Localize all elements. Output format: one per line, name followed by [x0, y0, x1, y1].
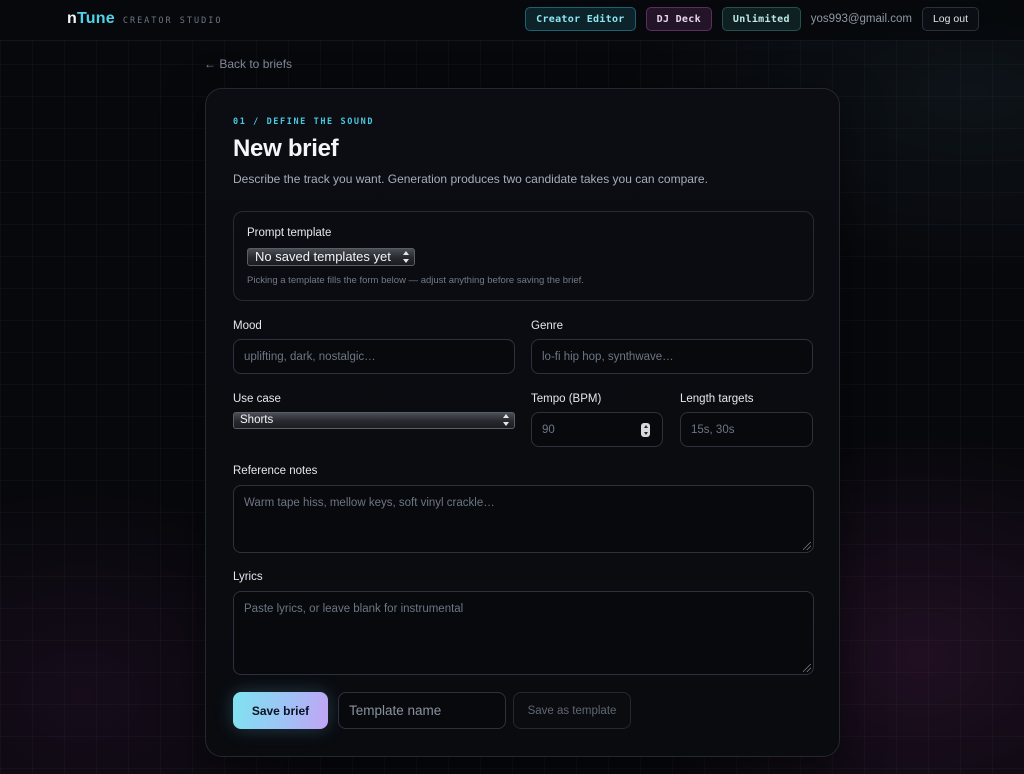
back-to-briefs-link[interactable]: ← Back to briefs: [204, 57, 292, 71]
user-email: yos993@gmail.com: [810, 13, 912, 25]
genre-placeholder: lo-fi hip hop, synthwave…: [542, 350, 674, 363]
save-as-template-button[interactable]: Save as template: [513, 692, 631, 729]
reference-notes-placeholder: Warm tape hiss, mellow keys, soft vinyl …: [244, 497, 495, 509]
prompt-template-panel: Prompt template No saved templates yet P…: [233, 211, 814, 301]
brand-logo: nTune: [67, 10, 115, 28]
resize-grip-icon[interactable]: [803, 542, 811, 550]
new-brief-card: 01 / DEFINE THE SOUND New brief Describe…: [205, 88, 840, 757]
prompt-template-selected: No saved templates yet: [255, 249, 391, 264]
lyrics-textarea[interactable]: Paste lyrics, or leave blank for instrum…: [233, 591, 814, 675]
tempo-label: Tempo (BPM): [531, 393, 602, 405]
prompt-template-hint: Picking a template fills the form below …: [247, 275, 584, 286]
prompt-template-label: Prompt template: [247, 227, 332, 239]
genre-label: Genre: [531, 320, 563, 332]
length-targets-input[interactable]: 15s, 30s: [680, 412, 813, 447]
brand-subtitle: CREATOR STUDIO: [122, 16, 223, 26]
reference-notes-label: Reference notes: [233, 465, 318, 477]
brand-logo-highlight: Tune: [76, 10, 115, 27]
template-name-placeholder: Template name: [349, 703, 442, 718]
step-label: 01 / DEFINE THE SOUND: [233, 117, 375, 127]
creator-editor-button[interactable]: Creator Editor: [525, 7, 636, 31]
length-targets-placeholder: 15s, 30s: [691, 423, 735, 436]
select-arrows-icon: [402, 251, 409, 263]
page-subtitle: Describe the track you want. Generation …: [233, 172, 708, 186]
top-bar: nTune CREATOR STUDIO Creator Editor DJ D…: [0, 0, 1024, 41]
brand[interactable]: nTune CREATOR STUDIO: [67, 10, 222, 28]
use-case-select[interactable]: Shorts: [233, 412, 515, 429]
dj-deck-button[interactable]: DJ Deck: [645, 7, 712, 31]
prompt-template-select[interactable]: No saved templates yet: [247, 248, 415, 266]
use-case-label: Use case: [233, 393, 281, 405]
tempo-input[interactable]: 90: [531, 412, 663, 447]
length-targets-label: Length targets: [680, 393, 754, 405]
lyrics-label: Lyrics: [233, 571, 263, 583]
page-title: New brief: [233, 135, 339, 162]
logout-button[interactable]: Log out: [921, 7, 979, 31]
genre-input[interactable]: lo-fi hip hop, synthwave…: [531, 339, 813, 374]
template-name-input[interactable]: Template name: [338, 692, 506, 729]
reference-notes-textarea[interactable]: Warm tape hiss, mellow keys, soft vinyl …: [233, 485, 814, 553]
mood-placeholder: uplifting, dark, nostalgic…: [244, 350, 376, 363]
number-spinner-icon[interactable]: [641, 423, 650, 437]
mood-input[interactable]: uplifting, dark, nostalgic…: [233, 339, 515, 374]
top-nav: Creator Editor DJ Deck Unlimited yos993@…: [525, 7, 979, 31]
mood-label: Mood: [233, 320, 262, 332]
plan-badge[interactable]: Unlimited: [721, 7, 801, 31]
tempo-value: 90: [542, 423, 555, 436]
brand-logo-prefix: n: [67, 10, 77, 27]
save-brief-button[interactable]: Save brief: [233, 692, 328, 729]
lyrics-placeholder: Paste lyrics, or leave blank for instrum…: [244, 603, 464, 615]
use-case-selected: Shorts: [240, 414, 274, 426]
select-arrows-icon: [502, 414, 509, 426]
resize-grip-icon[interactable]: [803, 664, 811, 672]
